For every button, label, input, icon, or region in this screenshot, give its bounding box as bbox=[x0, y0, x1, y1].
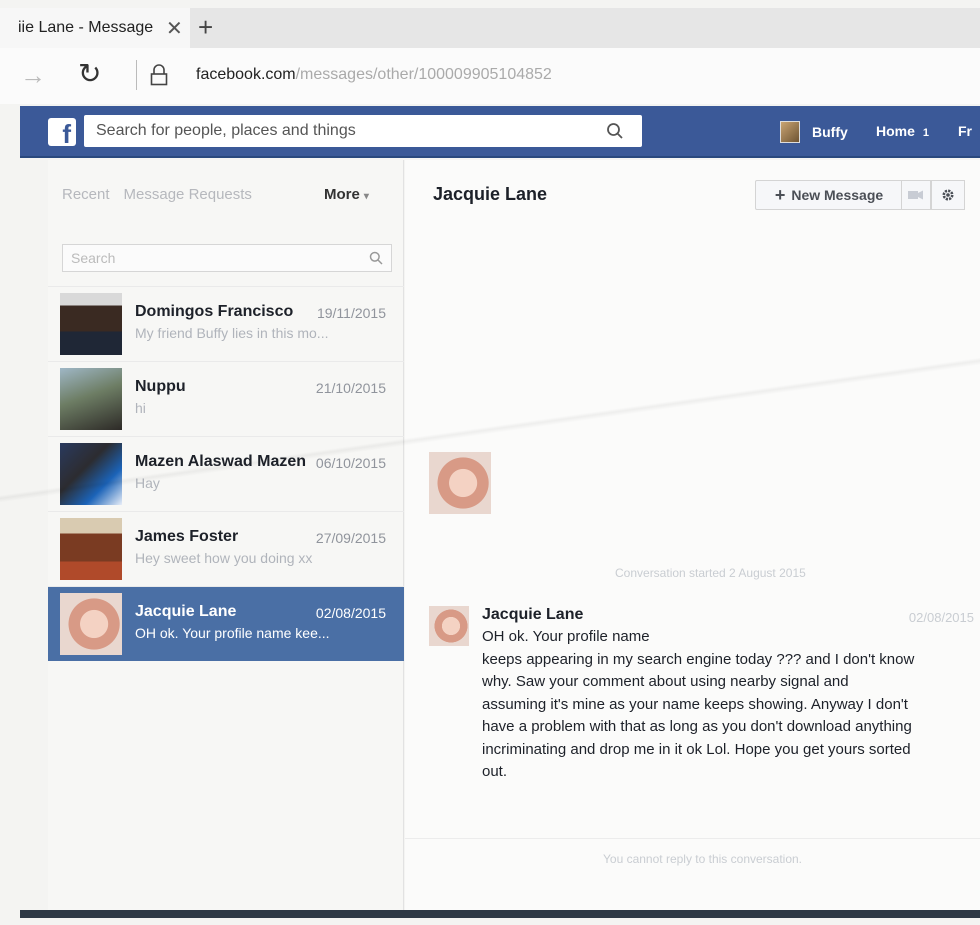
conversation-date: 06/10/2015 bbox=[315, 455, 386, 471]
user-avatar bbox=[780, 121, 800, 143]
search-icon[interactable] bbox=[606, 122, 624, 140]
divider bbox=[405, 838, 980, 839]
message-preview: Hey sweet how you doing xx bbox=[135, 550, 313, 566]
message-preview: My friend Buffy lies in this mo... bbox=[135, 325, 329, 341]
chevron-down-icon: ▾ bbox=[363, 191, 369, 202]
conversation-title: Jacquie Lane bbox=[433, 184, 548, 204]
user-name: Buffy bbox=[812, 124, 848, 140]
contact-name: James Foster bbox=[135, 528, 239, 545]
message-body: OH ok. Your profile name keeps appearing… bbox=[482, 626, 972, 784]
browser-tab[interactable]: iie Lane - Message ✕ bbox=[0, 8, 190, 48]
message-line: keeps appearing in my search engine toda… bbox=[482, 650, 915, 668]
conversation-search-box bbox=[62, 244, 392, 272]
global-search-input[interactable] bbox=[84, 115, 584, 147]
contact-name: Domingos Francisco bbox=[135, 303, 294, 320]
message-preview: OH ok. Your profile name kee... bbox=[135, 625, 330, 641]
conversation-date: 02/08/2015 bbox=[315, 605, 386, 621]
facebook-logo-icon[interactable]: f bbox=[48, 118, 76, 146]
url-path: /messages/other/100009905104852 bbox=[295, 66, 552, 83]
conversation-sidebar: Recent Message Requests More▾ Domingos F… bbox=[48, 160, 404, 910]
message-preview: hi bbox=[135, 400, 146, 416]
message-line: why. Saw your comment about using nearby… bbox=[482, 673, 849, 690]
reload-icon[interactable]: ↻ bbox=[78, 60, 101, 88]
video-camera-icon bbox=[908, 190, 923, 200]
plus-icon: + bbox=[774, 184, 786, 205]
more-dropdown[interactable]: More ▾ bbox=[324, 186, 369, 203]
forward-arrow-icon[interactable]: → bbox=[20, 62, 46, 88]
new-message-label: New Message bbox=[791, 187, 884, 203]
conversation-item-active[interactable]: Jacquie Lane 02/08/2015 OH ok. Your prof… bbox=[48, 586, 404, 661]
conversation-item[interactable]: Domingos Francisco 19/11/2015 My friend … bbox=[48, 286, 404, 361]
contact-avatar bbox=[60, 443, 122, 505]
contact-profile-avatar bbox=[429, 452, 491, 514]
conversation-list: Domingos Francisco 19/11/2015 My friend … bbox=[48, 286, 404, 661]
bottom-edge-bar bbox=[20, 910, 980, 918]
message-line: assuming it's mine as your name keeps sh… bbox=[482, 695, 908, 713]
sidebar-tabs: Recent Message Requests bbox=[62, 186, 252, 203]
message-line: incriminating and drop me in it ok Lol. … bbox=[482, 740, 911, 758]
profile-link[interactable]: Buffy bbox=[780, 121, 848, 143]
new-message-button[interactable]: + New Message bbox=[755, 180, 903, 210]
tab-message-requests[interactable]: Message Requests bbox=[124, 186, 252, 203]
video-call-button[interactable] bbox=[901, 180, 931, 210]
conversation-date: 27/09/2015 bbox=[315, 530, 386, 546]
conversation-date: 19/11/2015 bbox=[316, 305, 386, 321]
conversation-item[interactable]: Mazen Alaswad Mazen 06/10/2015 Hay bbox=[48, 436, 404, 511]
message-preview: Hay bbox=[135, 475, 160, 491]
contact-avatar bbox=[60, 518, 122, 580]
global-search-box bbox=[84, 115, 642, 147]
contact-avatar bbox=[60, 293, 122, 355]
sender-avatar bbox=[429, 606, 469, 646]
home-link[interactable]: Home 1 bbox=[876, 123, 929, 139]
new-tab-icon[interactable]: + bbox=[198, 14, 213, 40]
home-label: Home bbox=[876, 123, 915, 139]
lock-icon bbox=[150, 64, 168, 86]
conversation-item[interactable]: Nuppu 21/10/2015 hi bbox=[48, 361, 404, 436]
contact-avatar bbox=[60, 368, 122, 430]
address-divider bbox=[136, 60, 137, 90]
facebook-header: f Buffy Home 1 Fr bbox=[20, 106, 980, 158]
message-line: have a problem with that as long as you … bbox=[482, 718, 912, 735]
conversation-pane: Jacquie Lane + New Message Conversation … bbox=[405, 160, 980, 910]
contact-name: Nuppu bbox=[135, 378, 186, 395]
home-count-badge: 1 bbox=[922, 127, 930, 139]
url-field[interactable]: facebook.com/messages/other/100009905104… bbox=[196, 66, 552, 84]
search-icon[interactable] bbox=[369, 251, 383, 265]
conversation-search-input[interactable] bbox=[63, 245, 353, 271]
sender-name: Jacquie Lane bbox=[482, 606, 584, 623]
contact-avatar bbox=[60, 593, 122, 655]
message-line: out. bbox=[482, 763, 508, 780]
contact-name: Mazen Alaswad Mazen bbox=[135, 453, 307, 470]
cannot-reply-notice: You cannot reply to this conversation. bbox=[603, 852, 803, 866]
browser-tabstrip: iie Lane - Message ✕ + bbox=[0, 8, 980, 48]
tab-recent[interactable]: Recent bbox=[62, 186, 110, 203]
settings-button[interactable] bbox=[931, 180, 965, 210]
message-date: 02/08/2015 bbox=[908, 610, 974, 625]
tab-close-icon[interactable]: ✕ bbox=[166, 16, 183, 41]
conversation-item[interactable]: James Foster 27/09/2015 Hey sweet how yo… bbox=[48, 511, 404, 586]
tab-title: iie Lane - Message bbox=[18, 19, 154, 36]
address-bar: → ↻ facebook.com/messages/other/10000990… bbox=[0, 48, 980, 104]
url-host: facebook.com bbox=[196, 66, 296, 83]
contact-name: Jacquie Lane bbox=[135, 603, 237, 620]
message-line: OH ok. Your profile name bbox=[482, 628, 650, 645]
gear-icon bbox=[942, 189, 954, 201]
conversation-date: 21/10/2015 bbox=[315, 380, 386, 396]
conversation-started-note: Conversation started 2 August 2015 bbox=[615, 566, 806, 580]
friends-link[interactable]: Fr bbox=[958, 123, 972, 139]
more-label: More bbox=[324, 186, 360, 203]
